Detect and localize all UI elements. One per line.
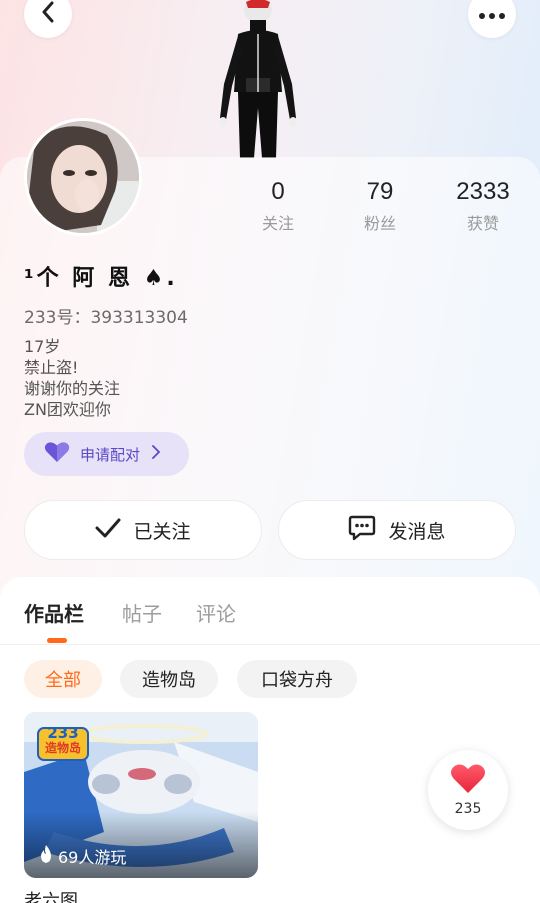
more-icon [478, 5, 506, 24]
like-count: 235 [454, 801, 482, 817]
back-icon [41, 1, 55, 27]
stat-following[interactable]: 0 关注 [228, 178, 328, 234]
tab-comments[interactable]: 评论 [196, 598, 236, 627]
divider [0, 644, 540, 645]
filter-pocket-ark[interactable]: 口袋方舟 [237, 660, 357, 698]
stat-value: 0 [271, 178, 285, 205]
apply-pair-label: 申请配对 [80, 445, 141, 464]
chevron-right-icon [152, 445, 161, 463]
work-title[interactable]: 老六图 [24, 887, 78, 903]
user-id[interactable]: 233号：393313304 [24, 303, 188, 328]
avatar[interactable] [24, 118, 142, 236]
character-figure [210, 0, 305, 158]
bio-line: 禁止盗! [24, 358, 79, 377]
heart-icon [450, 763, 486, 799]
game-badge-text: 233 造物岛 [38, 726, 88, 756]
bio: 17岁 禁止盗! 谢谢你的关注 ZN团欢迎你 [24, 336, 120, 420]
bio-line: ZN团欢迎你 [24, 400, 111, 419]
tab-posts[interactable]: 帖子 [122, 598, 162, 627]
filter-creation-island[interactable]: 造物岛 [120, 660, 218, 698]
check-icon [95, 518, 121, 543]
stat-likes[interactable]: 2333 获赞 [433, 178, 533, 234]
stat-value: 79 [366, 178, 394, 205]
bio-line: 17岁 [24, 337, 61, 356]
work-card[interactable]: 233 造物岛 69人游玩 [24, 712, 258, 878]
stat-label: 关注 [261, 214, 294, 233]
followed-label: 已关注 [133, 520, 191, 543]
stat-label: 粉丝 [363, 214, 396, 233]
nickname: ¹个 阿 恩 ♠. [24, 266, 178, 291]
send-message-label: 发消息 [388, 520, 446, 543]
followed-button[interactable]: 已关注 [24, 500, 262, 560]
stat-label: 获赞 [466, 214, 499, 233]
heart-icon [44, 441, 70, 467]
filter-all[interactable]: 全部 [24, 660, 102, 698]
game-badge-name: 造物岛 [44, 741, 81, 755]
game-badge-number: 233 [47, 724, 79, 742]
stat-fans[interactable]: 79 粉丝 [330, 178, 430, 234]
stat-value: 2333 [456, 178, 510, 205]
apply-pair-button[interactable]: 申请配对 [24, 432, 189, 476]
active-tab-indicator [47, 638, 67, 643]
play-count: 69人游玩 [38, 844, 126, 868]
tab-works[interactable]: 作品栏 [24, 598, 84, 627]
chat-icon [348, 515, 376, 546]
bio-line: 谢谢你的关注 [24, 379, 121, 398]
play-count-label: 69人游玩 [58, 848, 127, 867]
send-message-button[interactable]: 发消息 [278, 500, 516, 560]
like-button[interactable]: 235 [428, 750, 508, 830]
fire-icon [38, 844, 54, 868]
